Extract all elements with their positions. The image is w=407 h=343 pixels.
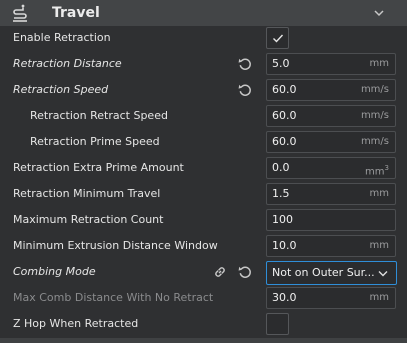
- retraction-distance-input[interactable]: 5.0 mm: [266, 53, 396, 75]
- setting-label: Maximum Retraction Count: [13, 213, 164, 226]
- max-comb-distance-input[interactable]: 30.0 mm: [266, 287, 396, 309]
- z-hop-checkbox[interactable]: [266, 313, 289, 335]
- retraction-extra-prime-amount-input[interactable]: 0.0 mm3: [266, 157, 396, 179]
- field-value: 60.0: [272, 83, 297, 96]
- field-unit: mm: [369, 58, 389, 69]
- setting-retraction-prime-speed: Retraction Prime Speed 60.0 mm/s: [0, 129, 407, 155]
- maximum-retraction-count-input[interactable]: 100: [266, 209, 396, 231]
- setting-maximum-retraction-count: Maximum Retraction Count 100: [0, 207, 407, 233]
- field-value: 60.0: [272, 135, 297, 148]
- setting-enable-retraction: Enable Retraction: [0, 25, 407, 51]
- field-unit: mm/s: [360, 110, 389, 121]
- setting-max-comb-distance: Max Comb Distance With No Retract 30.0 m…: [0, 285, 407, 311]
- setting-retraction-distance: Retraction Distance 5.0 mm: [0, 51, 407, 77]
- setting-combing-mode: Combing Mode Not on Outer Sur...: [0, 259, 407, 285]
- field-unit: mm: [369, 240, 389, 251]
- setting-label: Z Hop When Retracted: [13, 317, 139, 330]
- link-icon[interactable]: [213, 265, 227, 279]
- reset-icon[interactable]: [238, 57, 252, 71]
- unit-base: mm: [365, 166, 385, 178]
- setting-label: Retraction Extra Prime Amount: [13, 161, 184, 174]
- setting-label: Enable Retraction: [13, 31, 111, 44]
- setting-label: Max Comb Distance With No Retract: [13, 291, 214, 304]
- setting-label: Minimum Extrusion Distance Window: [13, 239, 218, 252]
- enable-retraction-checkbox[interactable]: [266, 27, 289, 49]
- checkmark-icon: [273, 34, 284, 43]
- section-header-travel[interactable]: Travel: [0, 0, 407, 26]
- section-title: Travel: [52, 5, 100, 21]
- setting-minimum-extrusion-distance-window: Minimum Extrusion Distance Window 10.0 m…: [0, 233, 407, 259]
- setting-retraction-minimum-travel: Retraction Minimum Travel 1.5 mm: [0, 181, 407, 207]
- retraction-prime-speed-input[interactable]: 60.0 mm/s: [266, 131, 396, 153]
- setting-retraction-retract-speed: Retraction Retract Speed 60.0 mm/s: [0, 103, 407, 129]
- chevron-down-icon: [378, 271, 388, 277]
- reset-icon[interactable]: [238, 83, 252, 97]
- field-unit: mm/s: [360, 84, 389, 95]
- field-unit: mm3: [365, 158, 389, 182]
- scroll-edge: [0, 338, 407, 343]
- field-value: 0.0: [272, 161, 290, 174]
- field-unit: mm/s: [360, 136, 389, 147]
- dropdown-value: Not on Outer Sur...: [272, 266, 375, 279]
- field-value: 1.5: [272, 187, 290, 200]
- field-unit: mm: [369, 188, 389, 199]
- setting-label: Retraction Distance: [13, 57, 122, 70]
- setting-label: Retraction Minimum Travel: [13, 187, 161, 200]
- setting-label: Retraction Speed: [13, 83, 109, 96]
- setting-z-hop-when-retracted: Z Hop When Retracted: [0, 311, 407, 337]
- setting-retraction-extra-prime-amount: Retraction Extra Prime Amount 0.0 mm3: [0, 155, 407, 181]
- retraction-retract-speed-input[interactable]: 60.0 mm/s: [266, 105, 396, 127]
- travel-icon: [13, 4, 27, 22]
- setting-retraction-speed: Retraction Speed 60.0 mm/s: [0, 77, 407, 103]
- chevron-down-icon[interactable]: [373, 8, 385, 18]
- field-value: 100: [272, 213, 293, 226]
- field-value: 10.0: [272, 239, 297, 252]
- field-unit: mm: [369, 292, 389, 303]
- field-value: 30.0: [272, 291, 297, 304]
- setting-label: Retraction Retract Speed: [30, 109, 168, 122]
- retraction-speed-input[interactable]: 60.0 mm/s: [266, 79, 396, 101]
- setting-label: Combing Mode: [13, 265, 96, 278]
- unit-superscript: 3: [384, 164, 389, 172]
- reset-icon[interactable]: [238, 265, 252, 279]
- field-value: 5.0: [272, 57, 290, 70]
- minimum-extrusion-distance-window-input[interactable]: 10.0 mm: [266, 235, 396, 257]
- retraction-minimum-travel-input[interactable]: 1.5 mm: [266, 183, 396, 205]
- combing-mode-dropdown[interactable]: Not on Outer Sur...: [266, 261, 397, 285]
- setting-label: Retraction Prime Speed: [30, 135, 160, 148]
- field-value: 60.0: [272, 109, 297, 122]
